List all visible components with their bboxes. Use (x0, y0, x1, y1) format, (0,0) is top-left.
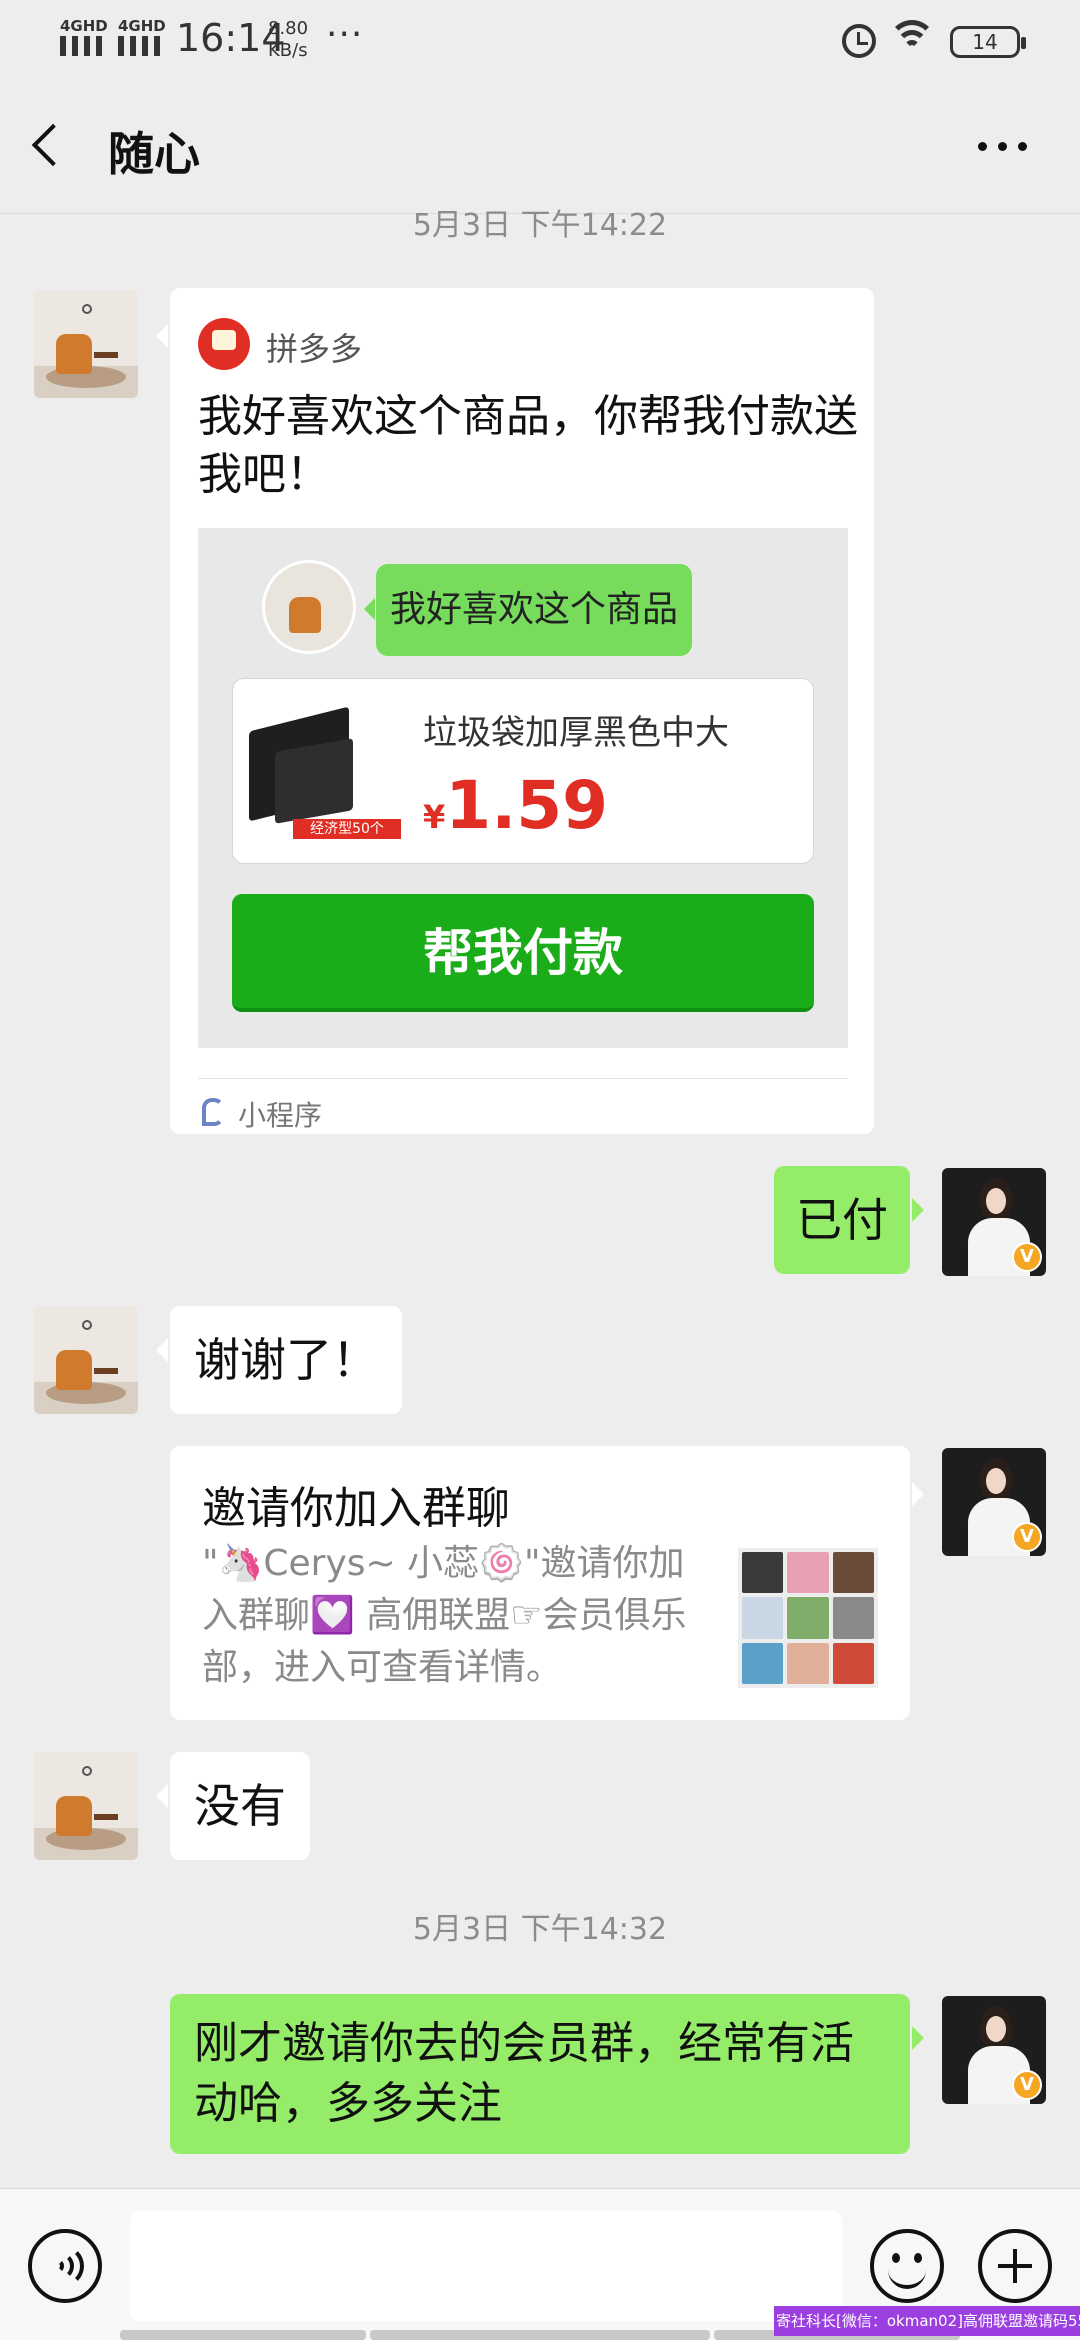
sent-message-bubble[interactable]: 刚才邀请你去的会员群，经常有活动哈，多多关注 (170, 1994, 924, 2154)
contact-avatar[interactable] (34, 1752, 138, 1860)
emoji-icon[interactable] (870, 2229, 944, 2303)
pinduoduo-logo-icon (198, 318, 250, 370)
my-avatar[interactable]: V (942, 1168, 1046, 1276)
product-price: ¥1.59 (423, 767, 608, 844)
nav-hint-bar (120, 2330, 366, 2340)
mini-program-label: 小程序 (238, 1099, 323, 1132)
verified-badge-icon: V (1012, 1522, 1042, 1552)
mini-program-icon (202, 1098, 224, 1126)
message-text: 没有 (194, 1779, 286, 1833)
network-speed: 8.80 KB/s (268, 18, 308, 62)
network-label-2: 4GHD (118, 17, 166, 35)
notification-dots: ··· (326, 14, 364, 55)
back-chevron-icon[interactable] (31, 123, 75, 167)
chat-title: 随心 (108, 127, 200, 181)
my-avatar[interactable]: V (942, 1448, 1046, 1556)
my-avatar[interactable]: V (942, 1996, 1046, 2104)
message-input[interactable] (130, 2211, 842, 2321)
message-text: 谢谢了！ (194, 1333, 378, 1387)
message-text: 刚才邀请你去的会员群，经常有活动哈，多多关注 (194, 2018, 854, 2129)
nav-hint-bar (370, 2330, 710, 2340)
battery-icon: 14 (950, 26, 1026, 58)
mini-program-preview: 我好喜欢这个商品 经济型50个 垃圾袋加厚黑色中大 ¥1.59 帮我付款 (198, 528, 848, 1048)
price-currency: ¥ (423, 798, 446, 836)
timestamp: 5月3日 下午14:22 (412, 208, 668, 243)
speed-unit: KB/s (268, 40, 308, 61)
mini-program-source: 拼多多 (266, 330, 363, 368)
wifi-icon (888, 18, 936, 58)
received-message-bubble[interactable]: 谢谢了！ (156, 1306, 402, 1414)
voice-icon[interactable] (28, 2229, 102, 2303)
product-card: 经济型50个 垃圾袋加厚黑色中大 ¥1.59 (232, 678, 814, 864)
received-message-bubble[interactable]: 没有 (156, 1752, 310, 1860)
network-label-1: 4GHD (60, 17, 108, 35)
plus-icon[interactable] (978, 2229, 1052, 2303)
group-avatar-grid (738, 1548, 878, 1688)
mini-program-title: 我好喜欢这个商品，你帮我付款送我吧！ (198, 391, 858, 500)
verified-badge-icon: V (1012, 1242, 1042, 1272)
contact-avatar[interactable] (34, 1306, 138, 1414)
chat-header: 随心 (0, 80, 1080, 214)
help-pay-button: 帮我付款 (232, 894, 814, 1012)
sent-message-bubble[interactable]: 已付 (774, 1166, 924, 1274)
product-image: 经济型50个 (245, 706, 401, 843)
product-tag: 经济型50个 (293, 819, 401, 839)
watermark-banner: 寄社科长[微信：okman02]高佣联盟邀请码555666 (774, 2306, 1080, 2336)
preview-avatar (262, 560, 356, 654)
speed-value: 8.80 (268, 18, 309, 39)
product-name: 垃圾袋加厚黑色中大 (423, 713, 729, 753)
preview-bubble: 我好喜欢这个商品 (364, 564, 692, 656)
invite-description: "🦄Cerys~ 小蕊🍥"邀请你加入群聊💟 高佣联盟☞会员俱乐部，进入可查看详情… (202, 1543, 687, 1688)
timestamp: 5月3日 下午14:32 (412, 1912, 668, 1947)
price-value: 1.59 (445, 767, 609, 844)
alarm-icon (842, 24, 876, 58)
mini-program-card[interactable]: 拼多多 我好喜欢这个商品，你帮我付款送我吧！ 我好喜欢这个商品 经济型50个 垃… (156, 288, 874, 1134)
contact-avatar[interactable] (34, 290, 138, 398)
signal-2-icon: 4GHD (118, 18, 166, 56)
message-text: 已付 (796, 1193, 888, 1247)
card-divider (198, 1078, 848, 1079)
signal-1-icon: 4GHD (60, 18, 108, 56)
more-dots-icon[interactable] (978, 142, 1028, 152)
invite-title: 邀请你加入群聊 (202, 1483, 510, 1534)
status-bar: 4GHD 4GHD 16:14 8.80 KB/s ··· 14 (0, 0, 1080, 80)
verified-badge-icon: V (1012, 2070, 1042, 2100)
group-invite-card[interactable]: 邀请你加入群聊 "🦄Cerys~ 小蕊🍥"邀请你加入群聊💟 高佣联盟☞会员俱乐部… (170, 1446, 924, 1720)
